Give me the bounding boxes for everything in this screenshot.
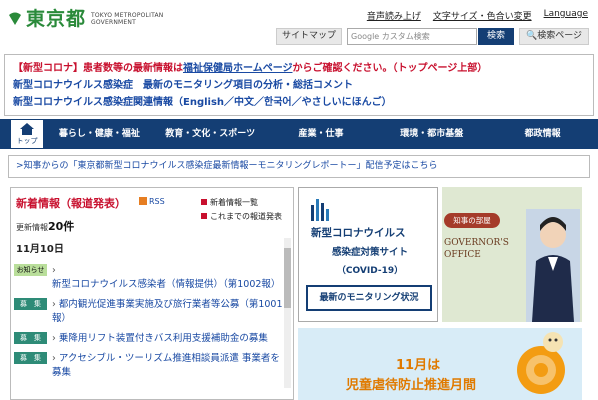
home-icon	[20, 122, 34, 135]
monitoring-analysis-link[interactable]: 新型コロナウイルス感染症 最新のモニタリング項目の分析・総括コメント	[13, 77, 585, 94]
governor-office-title: GOVERNOR'S OFFICE	[444, 238, 509, 260]
scrollbar-thumb[interactable]	[284, 248, 291, 308]
list-item: お知らせ 新型コロナウイルス感染者（情報提供）（第1002報）	[14, 264, 284, 292]
news-panel: 新着情報（報道発表） RSS 新着情報一覧 これまでの報道発表 更新情報20件 …	[10, 187, 294, 400]
nav-item-environment[interactable]: 環境・都市基盤	[376, 119, 487, 149]
search-input[interactable]: Google カスタム検索	[347, 28, 477, 45]
monitoring-status-button[interactable]: 最新のモニタリング状況	[306, 285, 432, 311]
news-item-link[interactable]: 都内観光促進事業実施及び旅行業者等公募（第1001報）	[52, 298, 284, 326]
banner-month: 11月は	[396, 358, 441, 373]
search-button[interactable]: 検索	[478, 28, 514, 45]
governor-room-label: 知事の部屋	[444, 213, 500, 228]
news-tag: 募 集	[14, 352, 47, 364]
header: 東京都 TOKYO METROPOLITAN GOVERNMENT 音声読み上げ…	[0, 0, 598, 52]
news-item-link[interactable]: 新型コロナウイルス感染者（情報提供）（第1002報）	[52, 264, 284, 292]
text-size-color-link[interactable]: 文字サイズ・色合い変更	[433, 9, 532, 22]
news-list: お知らせ 新型コロナウイルス感染者（情報提供）（第1002報） 募 集 都内観光…	[14, 264, 284, 386]
top-links: 音声読み上げ 文字サイズ・色合い変更 Language	[367, 9, 588, 22]
bar-graph-icon	[311, 199, 329, 221]
language-link[interactable]: Language	[544, 9, 588, 22]
news-list-link[interactable]: 新着情報一覧	[201, 196, 282, 210]
news-item-link[interactable]: アクセシブル・ツーリズム推進相談員派遣 事業者を募集	[52, 352, 284, 380]
covid-site-card[interactable]: 新型コロナウイルス 感染症対策サイト （COVID-19） 最新のモニタリング状…	[298, 187, 438, 322]
news-scrollbar[interactable]	[284, 238, 291, 388]
news-date: 11月10日	[16, 244, 64, 255]
governor-portrait	[526, 209, 580, 322]
past-press-link[interactable]: これまでの報道発表	[201, 210, 282, 224]
covid-card-tag: （COVID-19）	[336, 266, 404, 276]
logo-english: TOKYO METROPOLITAN GOVERNMENT	[91, 12, 164, 26]
tokyo-logo[interactable]: 東京都 TOKYO METROPOLITAN GOVERNMENT	[7, 9, 163, 29]
nav-item-government[interactable]: 都政情報	[487, 119, 598, 149]
covid-notice: 【新型コロナ】患者数等の最新情報は福祉保健局ホームページからご確認ください。（ト…	[4, 54, 594, 116]
news-item-link[interactable]: 乗降用リフト装置付きバス利用支援補助金の募集	[52, 332, 268, 346]
news-tag: お知らせ	[14, 264, 47, 276]
news-tag: 募 集	[14, 332, 47, 344]
banner-campaign: 児童虐待防止推進月間	[346, 378, 477, 393]
nav-home[interactable]: トップ	[10, 119, 44, 149]
main-nav: トップ 暮らし・健康・福祉 教育・文化・スポーツ 産業・仕事 環境・都市基盤 都…	[0, 119, 598, 149]
news-links: 新着情報一覧 これまでの報道発表	[201, 196, 282, 224]
child-abuse-prevention-banner[interactable]: 11月は 児童虐待防止推進月間	[298, 328, 582, 400]
list-item: 募 集 都内観光促進事業実施及び旅行業者等公募（第1001報）	[14, 298, 284, 326]
covid-card-title: 新型コロナウイルス	[311, 227, 406, 239]
news-tag: 募 集	[14, 298, 47, 310]
search-pages-button[interactable]: 🔍検索ページ	[519, 28, 589, 45]
read-aloud-link[interactable]: 音声読み上げ	[367, 9, 421, 22]
logo-text: 東京都	[26, 8, 87, 30]
rss-link[interactable]: RSS	[139, 197, 165, 206]
news-count: 更新情報20件	[16, 220, 75, 233]
list-item: 募 集 アクセシブル・ツーリズム推進相談員派遣 事業者を募集	[14, 352, 284, 380]
sitemap-button[interactable]: サイトマップ	[276, 28, 342, 45]
nav-item-industry[interactable]: 産業・仕事	[266, 119, 377, 149]
notice-line-1: 【新型コロナ】患者数等の最新情報は福祉保健局ホームページからご確認ください。（ト…	[13, 63, 488, 74]
snail-mascot-icon	[517, 332, 565, 394]
rss-icon	[139, 197, 147, 205]
monitoring-report-link[interactable]: >知事からの「東京都新型コロナウイルス感染症最新情報ーモニタリングレポートー」配…	[8, 155, 590, 178]
list-item: 募 集 乗降用リフト装置付きバス利用支援補助金の募集	[14, 332, 284, 346]
nav-item-living[interactable]: 暮らし・健康・福祉	[44, 119, 155, 149]
search-icon: 🔍	[525, 31, 538, 41]
ginkgo-logo-icon	[9, 12, 21, 25]
welfare-hp-link[interactable]: 福祉保健局ホームページ	[183, 63, 293, 74]
governor-office-card[interactable]: 知事の部屋 GOVERNOR'S OFFICE	[442, 187, 582, 322]
news-title: 新着情報（報道発表）	[16, 197, 126, 210]
covid-card-subtitle: 感染症対策サイト	[331, 247, 408, 258]
nav-item-education[interactable]: 教育・文化・スポーツ	[155, 119, 266, 149]
covid-related-info-link[interactable]: 新型コロナウイルス感染症関連情報（English／中文／한국어／やさしいにほんご…	[13, 94, 585, 111]
